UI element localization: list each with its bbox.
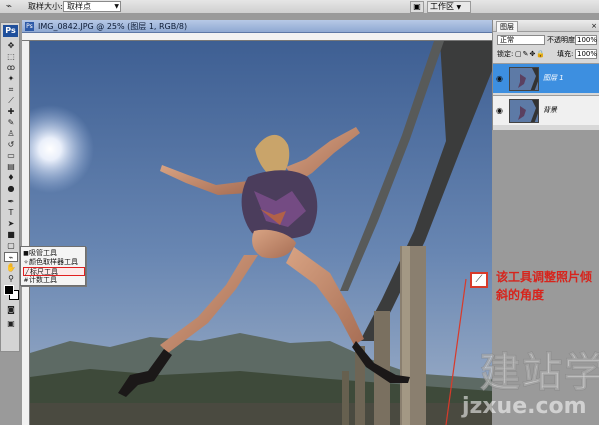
blur-icon[interactable]: ♦ — [4, 173, 18, 183]
magic-wand-icon[interactable]: ✦ — [4, 74, 18, 84]
shape-icon[interactable]: ■ — [4, 230, 18, 240]
lasso-icon[interactable]: ꝏ — [4, 63, 18, 73]
sample-size-label: 取样大小: — [28, 2, 63, 11]
layer-thumbnail — [509, 67, 539, 91]
hand-icon[interactable]: ✋ — [4, 263, 18, 273]
flyout-item-count[interactable]: #计数工具 — [23, 276, 85, 285]
annotation-text: 该工具调整照片倾斜的角度 — [496, 270, 593, 302]
eyedropper-icon[interactable]: ⌁ — [2, 1, 16, 13]
history-brush-icon[interactable]: ↺ — [4, 140, 18, 150]
document-title: IMG_0842.JPG @ 25% (图层 1, RGB/8) — [38, 22, 188, 31]
notes-icon[interactable]: ▢ — [4, 241, 18, 251]
layer-row-background[interactable]: ◉ 背景 — [493, 95, 599, 125]
layer-name: 背景 — [543, 106, 557, 114]
close-icon[interactable]: × — [591, 21, 597, 31]
chevron-down-icon: ▼ — [456, 4, 462, 11]
workspace-button[interactable]: 工作区 ▼ — [427, 1, 471, 13]
blend-mode-select[interactable]: 正常 — [497, 35, 545, 45]
lock-icons[interactable]: ▢✎✥🔒 — [515, 49, 546, 59]
document-canvas[interactable] — [30, 41, 492, 425]
layers-panel: 图层 × 正常 不透明度: 100% 锁定: ▢✎✥🔒 填充: 100% ◉ 图… — [492, 20, 599, 130]
ruler-vertical[interactable] — [22, 41, 30, 425]
eraser-icon[interactable]: ▭ — [4, 151, 18, 161]
flyout-item-ruler[interactable]: ╱标尺工具 — [23, 267, 85, 276]
tab-layers[interactable]: 图层 — [496, 21, 518, 32]
flyout-item-label: 颜色取样器工具 — [29, 258, 78, 266]
eye-icon[interactable]: ◉ — [496, 106, 503, 116]
ps-logo: Ps — [3, 25, 18, 37]
flyout-item-eyedropper[interactable]: ■吸管工具 — [23, 249, 85, 258]
document-titlebar[interactable]: Ps IMG_0842.JPG @ 25% (图层 1, RGB/8) — [22, 20, 492, 33]
watermark-logo-text: 建站学 — [480, 350, 599, 397]
fill-field[interactable]: 100% — [575, 49, 597, 59]
fill-label: 填充: — [557, 50, 574, 58]
photo-image — [30, 41, 492, 425]
eyedropper-tool-flyout: ■吸管工具 ✧颜色取样器工具 ╱标尺工具 #计数工具 — [20, 246, 86, 286]
slice-icon[interactable]: ⟋ — [4, 96, 18, 106]
layer-name: 图层 1 — [543, 74, 564, 82]
layers-tab-row: 图层 × — [493, 20, 599, 32]
flyout-item-color-sampler[interactable]: ✧颜色取样器工具 — [23, 258, 85, 267]
palette-well-icon[interactable]: ▣ — [410, 1, 424, 13]
flyout-item-label: 计数工具 — [29, 276, 57, 284]
foreground-color-swatch[interactable] — [4, 285, 14, 295]
layer-row-layer-1[interactable]: ◉ 图层 1 — [493, 63, 599, 93]
eyedropper-icon[interactable]: ⌁ — [4, 252, 18, 262]
type-icon[interactable]: T — [4, 208, 18, 218]
path-selection-icon[interactable]: ➤ — [4, 219, 18, 229]
healing-brush-icon[interactable]: ✚ — [4, 107, 18, 117]
zoom-icon[interactable]: ⚲ — [4, 274, 18, 284]
quick-mask-icon[interactable]: ◙ — [4, 305, 18, 315]
move-icon[interactable]: ✥ — [4, 41, 18, 51]
marquee-icon[interactable]: ⬚ — [4, 52, 18, 62]
toolbox: Ps ✥ ⬚ ꝏ ✦ ⌗ ⟋ ✚ ✎ ♙ ↺ ▭ ▤ ♦ ● ✒ T ➤ ■ ▢… — [0, 22, 20, 352]
workspace-label: 工作区 — [430, 2, 454, 11]
gradient-icon[interactable]: ▤ — [4, 162, 18, 172]
clone-stamp-icon[interactable]: ♙ — [4, 129, 18, 139]
options-bar: ⌁ 取样大小: 取样点 ▼ ▣ 工作区 ▼ — [0, 0, 599, 14]
chevron-down-icon: ▼ — [114, 3, 119, 10]
photoshop-window: ⌁ 取样大小: 取样点 ▼ ▣ 工作区 ▼ Ps ✥ ⬚ ꝏ ✦ ⌗ ⟋ ✚ ✎… — [0, 0, 599, 425]
document-icon: Ps — [25, 22, 34, 31]
sample-size-select[interactable]: 取样点 ▼ — [63, 1, 121, 12]
layer-thumbnail — [509, 99, 539, 123]
lock-label: 锁定: — [497, 50, 514, 58]
ruler-icon: ⟋ — [470, 272, 488, 288]
ruler-horizontal[interactable] — [22, 33, 492, 41]
opacity-field[interactable]: 100% — [575, 35, 597, 45]
pen-icon[interactable]: ✒ — [4, 197, 18, 207]
brush-icon[interactable]: ✎ — [4, 118, 18, 128]
flyout-item-label: 标尺工具 — [30, 268, 58, 276]
sample-size-value: 取样点 — [67, 2, 91, 11]
watermark-url: jzxue.com — [462, 394, 587, 419]
flyout-item-label: 吸管工具 — [29, 249, 57, 257]
opacity-label: 不透明度: — [547, 36, 578, 44]
screen-mode-icon[interactable]: ▣ — [4, 319, 18, 329]
crop-icon[interactable]: ⌗ — [4, 85, 18, 95]
dodge-icon[interactable]: ● — [4, 184, 18, 194]
eye-icon[interactable]: ◉ — [496, 74, 503, 84]
